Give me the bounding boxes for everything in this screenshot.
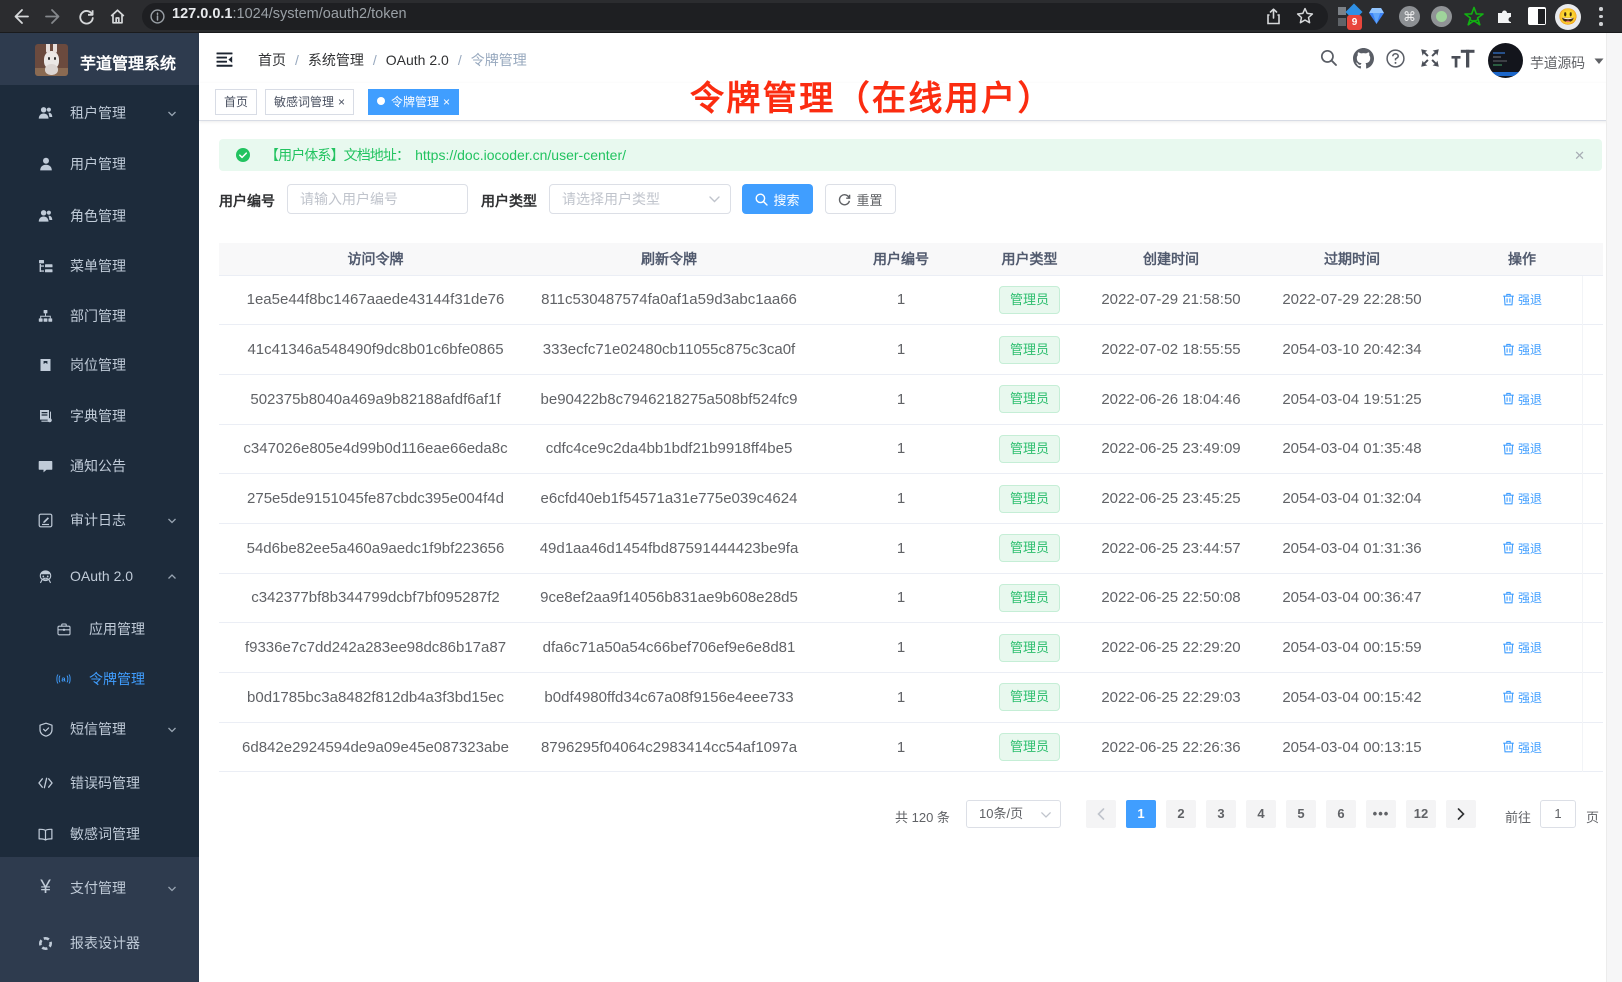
- svg-text:a: a: [61, 675, 66, 684]
